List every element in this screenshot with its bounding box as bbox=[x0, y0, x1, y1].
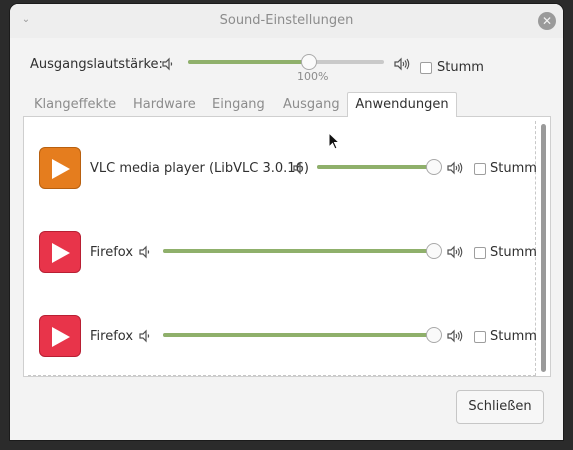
speaker-high-icon bbox=[447, 329, 463, 343]
app-icon-firefox bbox=[39, 231, 81, 273]
close-button[interactable]: Schließen bbox=[456, 390, 544, 424]
app-name-firefox: Firefox bbox=[90, 245, 134, 260]
app-mute-checkbox-firefox[interactable] bbox=[474, 247, 486, 259]
app-name-vlc: VLC media player (LibVLC 3.0.16) bbox=[90, 161, 309, 176]
app-icon-firefox bbox=[39, 315, 81, 357]
output-mute-checkbox[interactable] bbox=[420, 62, 432, 74]
close-icon[interactable]: ✕ bbox=[538, 12, 556, 30]
output-volume-slider[interactable] bbox=[188, 54, 384, 70]
play-icon bbox=[52, 243, 70, 263]
app-mute-checkbox-vlc[interactable] bbox=[474, 163, 486, 175]
tab-eingang[interactable]: Eingang bbox=[212, 97, 265, 112]
scrollbar[interactable] bbox=[541, 124, 546, 372]
tab-ausgang[interactable]: Ausgang bbox=[283, 97, 340, 112]
titlebar[interactable]: ⌄ Sound-Einstellungen ✕ bbox=[10, 4, 563, 38]
speaker-low-icon bbox=[293, 161, 304, 175]
mouse-cursor-icon bbox=[328, 132, 340, 150]
output-volume-fill bbox=[188, 60, 309, 64]
speaker-high-icon bbox=[447, 161, 463, 175]
output-volume-label: Ausgangslautstärke: bbox=[30, 57, 163, 72]
play-icon bbox=[52, 159, 70, 179]
play-icon bbox=[52, 327, 70, 347]
speaker-high-icon bbox=[394, 57, 410, 71]
speaker-high-icon bbox=[447, 245, 463, 259]
tab-hardware[interactable]: Hardware bbox=[133, 97, 196, 112]
output-volume-thumb[interactable] bbox=[301, 54, 317, 70]
app-volume-thumb[interactable] bbox=[426, 159, 442, 175]
tab-anwendungen[interactable]: Anwendungen bbox=[347, 92, 457, 117]
app-mute-label: Stumm bbox=[490, 161, 537, 176]
app-volume-slider-vlc[interactable] bbox=[317, 159, 442, 175]
output-volume-percent: 100% bbox=[297, 70, 329, 83]
app-volume-thumb[interactable] bbox=[426, 243, 442, 259]
app-icon-vlc bbox=[39, 147, 81, 189]
app-volume-thumb[interactable] bbox=[426, 327, 442, 343]
window-title: Sound-Einstellungen bbox=[219, 13, 354, 28]
app-volume-slider-firefox[interactable] bbox=[163, 243, 442, 259]
app-mute-label: Stumm bbox=[490, 329, 537, 344]
speaker-low-icon bbox=[162, 57, 173, 71]
applications-panel: VLC media player (LibVLC 3.0.16) Stumm F… bbox=[23, 116, 551, 377]
app-mute-checkbox-firefox[interactable] bbox=[474, 331, 486, 343]
sound-settings-window: ⌄ Sound-Einstellungen ✕ Ausgangslautstär… bbox=[10, 4, 563, 440]
speaker-low-icon bbox=[139, 245, 150, 259]
app-mute-label: Stumm bbox=[490, 245, 537, 260]
app-volume-fill bbox=[317, 165, 435, 169]
app-volume-fill bbox=[163, 249, 435, 253]
app-volume-slider-firefox[interactable] bbox=[163, 327, 442, 343]
output-mute-label: Stumm bbox=[437, 60, 484, 75]
app-name-firefox: Firefox bbox=[90, 329, 134, 344]
tab-klangeffekte[interactable]: Klangeffekte bbox=[34, 97, 116, 112]
app-volume-fill bbox=[163, 333, 435, 337]
speaker-low-icon bbox=[139, 329, 150, 343]
